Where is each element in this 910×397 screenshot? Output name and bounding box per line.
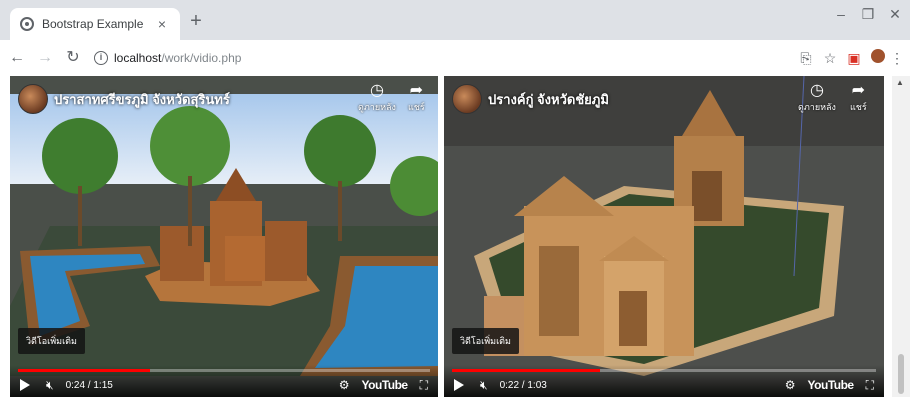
video-title-1[interactable]: ปราสาทศรีขรภูมิ จังหวัดสุรินทร์: [54, 89, 230, 110]
play-icon[interactable]: [20, 379, 30, 391]
more-videos-button-2[interactable]: วิดีโอเพิ่มเติม: [452, 328, 519, 354]
tab-strip: Bootstrap Example × + – ❐ ✕: [0, 0, 910, 40]
translate-icon[interactable]: ⎘: [796, 48, 816, 68]
browser-toolbar: ← → ↻ i localhost/work/vidio.php: [0, 40, 910, 76]
tab-close-icon[interactable]: ×: [154, 16, 170, 32]
fullscreen-icon[interactable]: ⛶: [866, 378, 874, 393]
video-title-2[interactable]: ปรางค์กู่ จังหวัดชัยภูมิ: [488, 89, 609, 110]
youtube-logo[interactable]: YouTube: [808, 378, 855, 392]
channel-avatar[interactable]: [18, 84, 48, 114]
page-content: ปราสาทศรีขรภูมิ จังหวัดสุรินทร์ ◷ ดูภายห…: [0, 76, 910, 397]
share-icon: ➦: [851, 82, 866, 99]
share-icon: ➦: [409, 82, 424, 99]
progress-fill-1: [18, 369, 150, 372]
progress-fill-2: [452, 369, 601, 372]
fullscreen-icon[interactable]: ⛶: [420, 378, 428, 393]
progress-bar-2[interactable]: [452, 369, 876, 372]
mute-icon[interactable]: 🔇︎: [480, 378, 488, 393]
star-icon[interactable]: ☆: [820, 48, 840, 68]
video-player-1[interactable]: ปราสาทศรีขรภูมิ จังหวัดสุรินทร์ ◷ ดูภายห…: [10, 76, 438, 397]
tab-bootstrap-example[interactable]: Bootstrap Example ×: [10, 8, 180, 40]
time-display-2: 0:22 / 1:03: [499, 379, 547, 391]
share-button-2[interactable]: ➦ แชร์: [850, 82, 867, 114]
globe-icon: [20, 17, 34, 31]
more-videos-button-1[interactable]: วิดีโอเพิ่มเติม: [18, 328, 85, 354]
share-button-1[interactable]: ➦ แชร์: [408, 82, 425, 114]
time-display-1: 0:24 / 1:15: [65, 379, 113, 391]
scroll-thumb[interactable]: [898, 354, 904, 394]
extension-icon[interactable]: ▣: [844, 48, 864, 68]
gear-icon[interactable]: ⚙: [785, 378, 796, 392]
mute-icon[interactable]: 🔇︎: [46, 378, 54, 393]
scroll-up-icon[interactable]: ▲: [896, 78, 904, 87]
browser-window: Bootstrap Example × + – ❐ ✕ ← → ↻ i loca…: [0, 0, 910, 397]
channel-avatar[interactable]: [452, 84, 482, 114]
watch-later-button-2[interactable]: ◷ ดูภายหลัง: [798, 82, 836, 114]
watch-later-label: ดูภายหลัง: [798, 102, 836, 112]
profile-icon[interactable]: [868, 48, 888, 68]
address-bar[interactable]: i localhost/work/vidio.php: [94, 45, 774, 71]
back-icon[interactable]: ←: [6, 47, 28, 69]
page-scrollbar[interactable]: ▲: [892, 76, 910, 397]
new-tab-button[interactable]: +: [186, 11, 206, 32]
watch-later-button-1[interactable]: ◷ ดูภายหลัง: [358, 82, 396, 114]
share-label: แชร์: [850, 102, 867, 112]
video-player-2[interactable]: ปรางค์กู่ จังหวัดชัยภูมิ ◷ ดูภายหลัง ➦ แ…: [444, 76, 884, 397]
gear-icon[interactable]: ⚙: [339, 378, 350, 392]
info-icon[interactable]: i: [94, 51, 108, 65]
menu-icon[interactable]: ⋮: [890, 48, 904, 68]
close-window-button[interactable]: ✕: [880, 6, 910, 23]
video-controls-2: 🔇︎ 0:22 / 1:03 ⚙ YouTube ⛶: [444, 365, 884, 397]
play-icon[interactable]: [454, 379, 464, 391]
url-path: /work/vidio.php: [161, 51, 242, 65]
restore-button[interactable]: ❐: [853, 6, 883, 23]
tab-title: Bootstrap Example: [42, 17, 144, 31]
clock-icon: ◷: [369, 82, 384, 99]
youtube-logo[interactable]: YouTube: [362, 378, 409, 392]
clock-icon: ◷: [809, 82, 824, 99]
video-header-1: ปราสาทศรีขรภูมิ จังหวัดสุรินทร์: [18, 82, 230, 116]
video-header-2: ปรางค์กู่ จังหวัดชัยภูมิ: [452, 82, 609, 116]
video-controls-1: 🔇︎ 0:24 / 1:15 ⚙ YouTube ⛶: [10, 365, 438, 397]
progress-bar-1[interactable]: [18, 369, 430, 372]
url-host: localhost: [114, 51, 162, 65]
watch-later-label: ดูภายหลัง: [358, 102, 396, 112]
share-label: แชร์: [408, 102, 425, 112]
reload-icon[interactable]: ↻: [62, 47, 84, 69]
minimize-button[interactable]: –: [826, 6, 856, 22]
forward-icon[interactable]: →: [34, 47, 56, 69]
